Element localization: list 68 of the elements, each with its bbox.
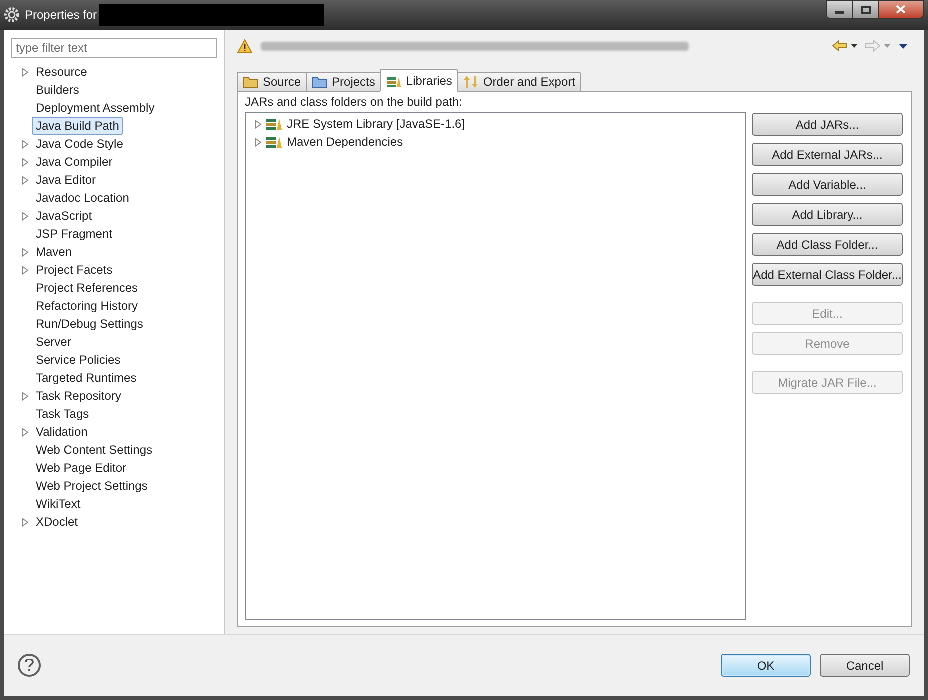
sidebar-item[interactable]: Refactoring History bbox=[32, 297, 142, 315]
sidebar-item[interactable]: Java Code Style bbox=[32, 135, 128, 153]
tab[interactable]: Projects bbox=[306, 72, 382, 92]
menu-caret-icon[interactable] bbox=[899, 44, 908, 48]
action-button[interactable]: Add Library... bbox=[752, 203, 903, 226]
expand-arrow-icon[interactable] bbox=[22, 266, 29, 274]
sidebar-item[interactable]: Java Compiler bbox=[32, 153, 117, 171]
sidebar-item[interactable]: Web Content Settings bbox=[32, 441, 157, 459]
sidebar-item[interactable]: Run/Debug Settings bbox=[32, 315, 148, 333]
close-icon bbox=[896, 5, 906, 14]
gear-icon bbox=[4, 7, 20, 23]
library-entry[interactable]: Maven Dependencies bbox=[287, 133, 404, 151]
sidebar-item[interactable]: Java Editor bbox=[32, 171, 100, 189]
expand-arrow-icon[interactable] bbox=[22, 68, 29, 76]
library-entry[interactable]: JRE System Library [JavaSE-1.6] bbox=[287, 115, 466, 133]
maximize-button[interactable] bbox=[853, 0, 879, 19]
folder-icon bbox=[312, 75, 328, 89]
sidebar-item[interactable]: Project References bbox=[32, 279, 142, 297]
panel-heading: JARs and class folders on the build path: bbox=[245, 94, 464, 111]
sidebar-item[interactable]: WikiText bbox=[32, 495, 85, 513]
warning-icon bbox=[237, 38, 253, 54]
ok-button[interactable]: OK bbox=[721, 654, 811, 677]
expand-arrow-icon[interactable] bbox=[22, 212, 29, 220]
sidebar-item[interactable]: Project Facets bbox=[32, 261, 117, 279]
caret-icon[interactable] bbox=[851, 44, 858, 48]
sidebar-item[interactable]: JavaScript bbox=[32, 207, 96, 225]
close-button[interactable] bbox=[879, 0, 924, 19]
sidebar-item[interactable]: XDoclet bbox=[32, 513, 82, 531]
books-icon bbox=[266, 136, 283, 148]
sidebar-item[interactable]: Targeted Runtimes bbox=[32, 369, 141, 387]
sidebar-item[interactable]: Service Policies bbox=[32, 351, 125, 369]
expand-arrow-icon[interactable] bbox=[22, 518, 29, 526]
help-button[interactable] bbox=[18, 654, 41, 677]
sidebar-item[interactable]: Server bbox=[32, 333, 76, 351]
tab[interactable]: Libraries bbox=[380, 69, 458, 92]
action-button[interactable]: Add JARs... bbox=[752, 113, 903, 136]
filter-field[interactable]: type filter text bbox=[11, 38, 217, 58]
tab[interactable]: Source bbox=[237, 72, 308, 92]
help-icon bbox=[25, 659, 34, 672]
sidebar-item[interactable]: Builders bbox=[32, 81, 84, 99]
sidebar-item[interactable]: Javadoc Location bbox=[32, 189, 134, 207]
sidebar-item[interactable]: Task Repository bbox=[32, 387, 126, 405]
sidebar-item[interactable]: Maven bbox=[32, 243, 76, 261]
sidebar-item[interactable]: Validation bbox=[32, 423, 92, 441]
expand-arrow-icon[interactable] bbox=[22, 428, 29, 436]
books-icon bbox=[266, 118, 283, 130]
sidebar-item[interactable]: Task Tags bbox=[32, 405, 94, 423]
arrows-icon bbox=[463, 75, 480, 89]
action-button[interactable]: Add External Class Folder... bbox=[752, 263, 903, 286]
minimize-button[interactable] bbox=[826, 0, 853, 19]
cancel-button[interactable]: Cancel bbox=[820, 654, 910, 677]
expand-arrow-icon[interactable] bbox=[22, 158, 29, 166]
expand-arrow-icon[interactable] bbox=[22, 176, 29, 184]
expand-arrow-icon[interactable] bbox=[22, 140, 29, 148]
action-button[interactable]: Add Class Folder... bbox=[752, 233, 903, 256]
sidebar-item[interactable]: Web Page Editor bbox=[32, 459, 130, 477]
sidebar-item[interactable]: Resource bbox=[32, 63, 92, 81]
sidebar-item[interactable]: Java Build Path bbox=[32, 117, 124, 135]
sidebar-item[interactable]: Web Project Settings bbox=[32, 477, 152, 495]
sidebar-item[interactable]: Deployment Assembly bbox=[32, 99, 159, 117]
action-button[interactable]: Add Variable... bbox=[752, 173, 903, 196]
tab[interactable]: Order and Export bbox=[457, 72, 582, 92]
window-title: Properties for bbox=[25, 7, 98, 24]
sidebar-item[interactable]: JSP Fragment bbox=[32, 225, 116, 243]
action-button[interactable]: Add External JARs... bbox=[752, 143, 903, 166]
expand-arrow-icon[interactable] bbox=[22, 392, 29, 400]
folder-icon bbox=[243, 75, 259, 89]
expand-arrow-icon[interactable] bbox=[22, 248, 29, 256]
